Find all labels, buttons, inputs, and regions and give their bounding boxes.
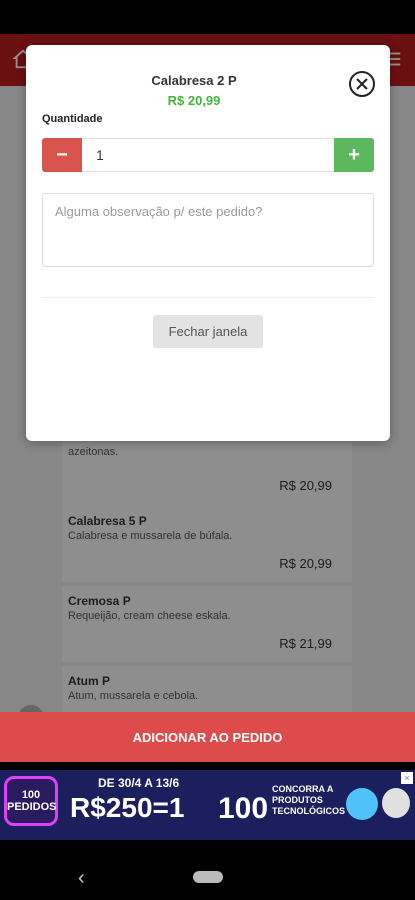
status-bar bbox=[0, 0, 415, 34]
close-icon bbox=[356, 78, 368, 90]
product-modal: Calabresa 2 P R$ 20,99 Quantidade − + Fe… bbox=[26, 45, 390, 441]
ad-logo: 100 PEDIDOS bbox=[4, 776, 58, 826]
ad-dates: DE 30/4 A 13/6 bbox=[98, 776, 180, 790]
system-nav-bar: ‹ bbox=[0, 855, 415, 900]
observation-field[interactable] bbox=[42, 193, 374, 267]
ad-headline: R$250=1 bbox=[70, 792, 185, 823]
ad-subtext: CONCORRA A PRODUTOS TECNOLÓGICOS bbox=[272, 784, 346, 816]
home-pill-icon[interactable] bbox=[193, 871, 223, 883]
increase-quantity-button[interactable]: + bbox=[334, 138, 374, 172]
quantity-input[interactable] bbox=[82, 138, 334, 172]
ad-close-icon[interactable]: × bbox=[401, 772, 413, 784]
product-price: R$ 20,99 bbox=[167, 93, 221, 108]
back-icon[interactable]: ‹ bbox=[78, 867, 85, 890]
ad-brand-logo bbox=[346, 788, 378, 820]
add-to-order-button[interactable]: ADICIONAR AO PEDIDO bbox=[0, 712, 415, 762]
product-title: Calabresa 2 P bbox=[151, 73, 237, 88]
ad-brand-logo bbox=[382, 788, 410, 818]
ad-number: 100 bbox=[218, 792, 269, 825]
close-button[interactable] bbox=[349, 71, 375, 97]
close-window-button[interactable]: Fechar janela bbox=[153, 315, 263, 348]
quantity-stepper: − + bbox=[42, 138, 374, 172]
decrease-quantity-button[interactable]: − bbox=[42, 138, 82, 172]
ad-banner[interactable]: 100 PEDIDOS DE 30/4 A 13/6 R$250=1 100 C… bbox=[0, 770, 415, 840]
quantity-label: Quantidade bbox=[42, 113, 103, 125]
divider bbox=[42, 297, 374, 298]
